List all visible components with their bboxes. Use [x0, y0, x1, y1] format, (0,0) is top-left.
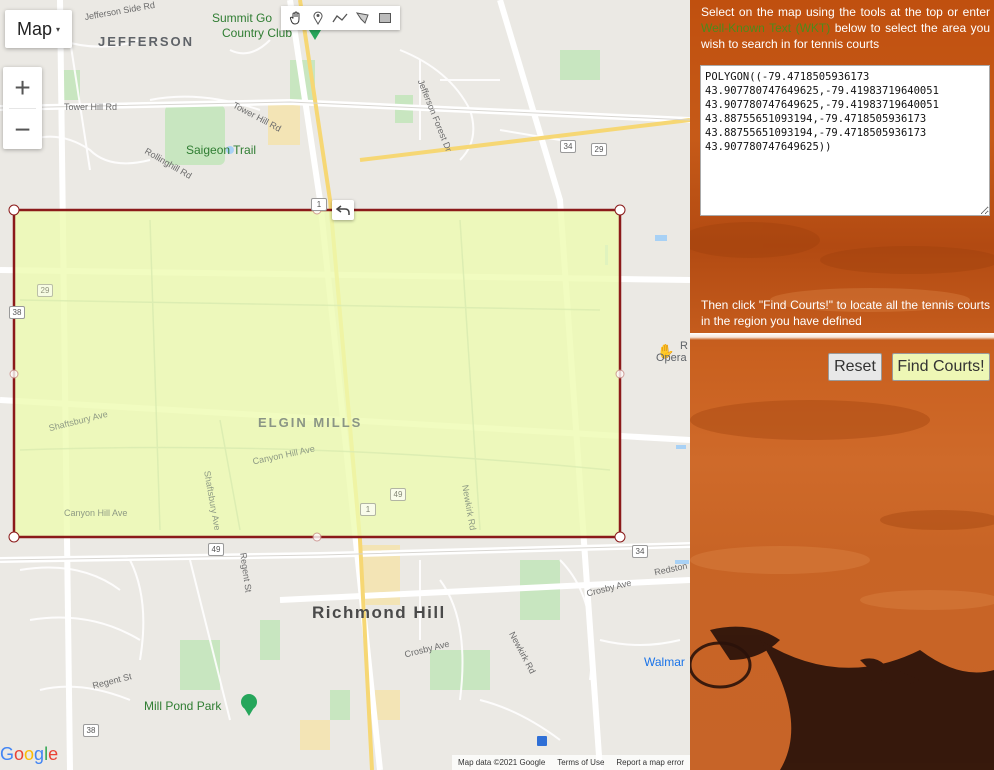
route-shield-29: 29: [37, 284, 53, 297]
map-canvas[interactable]: ✋ Jefferson Side Rd JEFFERSON Summit Go …: [0, 0, 690, 770]
reset-button[interactable]: Reset: [828, 353, 882, 381]
instructions-top-text: Select on the map using the tools at the…: [701, 5, 990, 19]
marker-icon[interactable]: [309, 9, 327, 27]
terms-of-use-link[interactable]: Terms of Use: [557, 758, 604, 767]
instructions-bottom: Then click "Find Courts!" to locate all …: [701, 298, 990, 328]
map-type-dropdown[interactable]: Map ▾: [5, 10, 72, 48]
hand-icon[interactable]: [287, 9, 305, 27]
instructions-top: Select on the map using the tools at the…: [701, 4, 990, 52]
route-shield-38: 38: [9, 306, 25, 319]
route-shield-49: 49: [390, 488, 406, 501]
route-shield-1: 1: [311, 198, 327, 211]
label-richmond-hill: Richmond Hill: [312, 603, 446, 622]
label-saigeon-trail: Saigeon Trail: [186, 143, 257, 157]
rectangle-icon[interactable]: [376, 9, 394, 27]
google-logo[interactable]: Google: [0, 744, 58, 765]
label-elgin-mills: ELGIN MILLS: [258, 415, 363, 430]
wkt-link[interactable]: Well-Known Text (WKT): [701, 21, 830, 35]
label-walmart: Walmar: [644, 655, 685, 669]
map-type-label: Map: [16, 18, 52, 39]
route-shield-49: 49: [208, 543, 224, 556]
chevron-down-icon: ▾: [56, 24, 61, 34]
label-tower-hill-rd-1: Tower Hill Rd: [64, 102, 118, 112]
route-shield-29: 29: [591, 143, 607, 156]
route-shield-38: 38: [83, 724, 99, 737]
zoom-control: + −: [3, 67, 42, 149]
wkt-input[interactable]: POLYGON((-79.4718505936173 43.9077807476…: [700, 65, 990, 216]
label-jefferson: JEFFERSON: [98, 34, 195, 49]
map-base-layer: ✋: [0, 0, 690, 770]
map-data-text[interactable]: Map data ©2021 Google: [458, 758, 545, 767]
undo-icon: [336, 205, 350, 215]
find-courts-button[interactable]: Find Courts!: [892, 353, 990, 381]
route-shield-34: 34: [632, 545, 648, 558]
selection-rectangle: [12, 208, 622, 539]
undo-edit-button[interactable]: [332, 200, 354, 220]
route-shield-34: 34: [560, 140, 576, 153]
label-summit-golf: Summit Go: [212, 11, 273, 25]
route-shield-1: 1: [360, 503, 376, 516]
map-attribution: Map data ©2021 Google Terms of Use Repor…: [451, 755, 690, 770]
label-canyon-hill-ave-2: Canyon Hill Ave: [64, 508, 128, 518]
drawing-toolbar: [281, 6, 400, 30]
polyline-icon[interactable]: [331, 9, 349, 27]
label-opera-r: R: [680, 340, 688, 352]
divider: [690, 333, 994, 340]
label-opera: Opera: [656, 352, 687, 364]
zoom-in-button[interactable]: +: [3, 67, 42, 108]
polygon-icon[interactable]: [354, 9, 372, 27]
report-map-error-link[interactable]: Report a map error: [616, 758, 684, 767]
zoom-out-button[interactable]: −: [3, 109, 42, 150]
control-panel: Select on the map using the tools at the…: [690, 0, 994, 770]
label-mill-pond-park: Mill Pond Park: [144, 699, 222, 713]
